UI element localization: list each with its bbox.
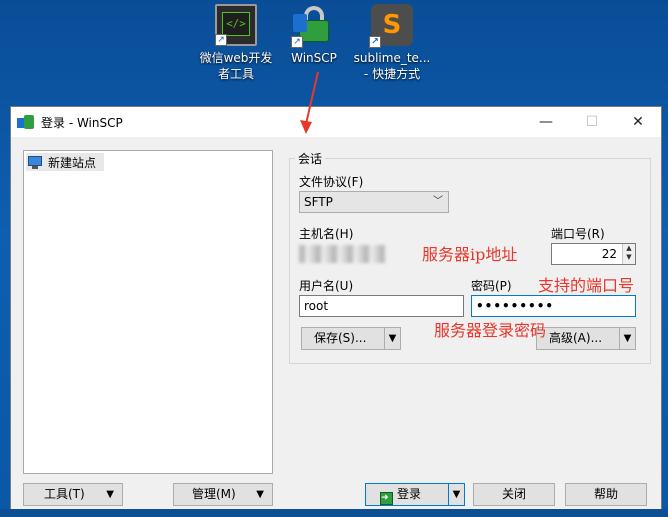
minimize-button[interactable]: — xyxy=(523,107,569,137)
desktop-icon-label: sublime_te... - 快捷方式 xyxy=(353,51,431,81)
protocol-value: SFTP xyxy=(304,195,333,209)
annotation-password: 服务器登录密码 xyxy=(434,321,547,340)
username-input[interactable]: root xyxy=(299,295,464,317)
host-label: 主机名(H) xyxy=(299,227,354,241)
chevron-down-icon: ▼ xyxy=(256,489,264,500)
chevron-down-icon[interactable]: ▼ xyxy=(384,328,400,349)
save-button[interactable]: 保存(S)... ▼ xyxy=(301,327,401,350)
password-input[interactable]: ••••••••• xyxy=(471,295,636,317)
winscp-login-window: 登录 - WinSCP — ☐ ✕ 新建站点 会话 文件协议(F) SFTP ﹀… xyxy=(10,106,662,517)
site-item-label: 新建站点 xyxy=(48,155,97,170)
username-label: 用户名(U) xyxy=(299,279,354,293)
port-value: 22 xyxy=(601,247,617,261)
monitor-icon xyxy=(27,155,43,169)
protocol-select[interactable]: SFTP ﹀ xyxy=(299,191,449,213)
site-item-new-site[interactable]: 新建站点 xyxy=(26,153,104,171)
annotation-port: 支持的端口号 xyxy=(538,276,635,295)
site-tree[interactable]: 新建站点 xyxy=(23,150,273,474)
chevron-down-icon: ▼ xyxy=(106,489,114,500)
password-label: 密码(P) xyxy=(471,279,512,293)
close-window-button[interactable]: ✕ xyxy=(615,107,661,137)
spinner-arrows-icon[interactable]: ▲ ▼ xyxy=(622,244,635,264)
wechat-devtools-icon: </> ↗ xyxy=(215,4,257,46)
chevron-down-icon: ﹀ xyxy=(433,196,443,207)
tools-button[interactable]: 工具(T) ▼ xyxy=(23,483,123,506)
desktop-icon-sublime[interactable]: S ↗ sublime_te... - 快捷方式 xyxy=(352,4,432,82)
help-button[interactable]: 帮助 xyxy=(565,483,647,506)
port-label: 端口号(R) xyxy=(551,227,605,241)
login-icon: ➜ xyxy=(380,492,393,505)
session-group-label: 会话 xyxy=(295,150,326,167)
protocol-label: 文件协议(F) xyxy=(299,175,364,189)
desktop-icon-label: WinSCP xyxy=(291,51,337,65)
manage-button[interactable]: 管理(M) ▼ xyxy=(173,483,273,506)
winscp-icon: ↗ xyxy=(291,4,335,48)
desktop-icon-winscp[interactable]: ↗ WinSCP xyxy=(274,4,354,66)
chevron-down-icon[interactable]: ▼ xyxy=(619,328,635,349)
taskbar-edge xyxy=(0,509,668,517)
close-button[interactable]: 关闭 xyxy=(473,483,555,506)
sublime-text-icon: S ↗ xyxy=(369,4,413,48)
title-bar[interactable]: 登录 - WinSCP — ☐ ✕ xyxy=(11,107,661,137)
login-button[interactable]: ➜ 登录 ▼ xyxy=(365,483,465,506)
maximize-button[interactable]: ☐ xyxy=(569,107,615,137)
advanced-button[interactable]: 高级(A)... ▼ xyxy=(536,327,636,350)
host-redaction xyxy=(299,245,385,263)
annotation-host: 服务器ip地址 xyxy=(422,245,518,264)
password-value: ••••••••• xyxy=(476,299,555,313)
desktop-icon-wechat-devtools[interactable]: </> ↗ 微信web开发者工具 xyxy=(196,4,276,82)
winscp-app-icon xyxy=(17,113,35,131)
window-title: 登录 - WinSCP xyxy=(41,115,123,130)
desktop-icon-label: 微信web开发者工具 xyxy=(199,51,273,81)
username-value: root xyxy=(304,299,329,313)
chevron-down-icon[interactable]: ▼ xyxy=(448,484,464,505)
port-input[interactable]: 22 ▲ ▼ xyxy=(551,243,636,265)
